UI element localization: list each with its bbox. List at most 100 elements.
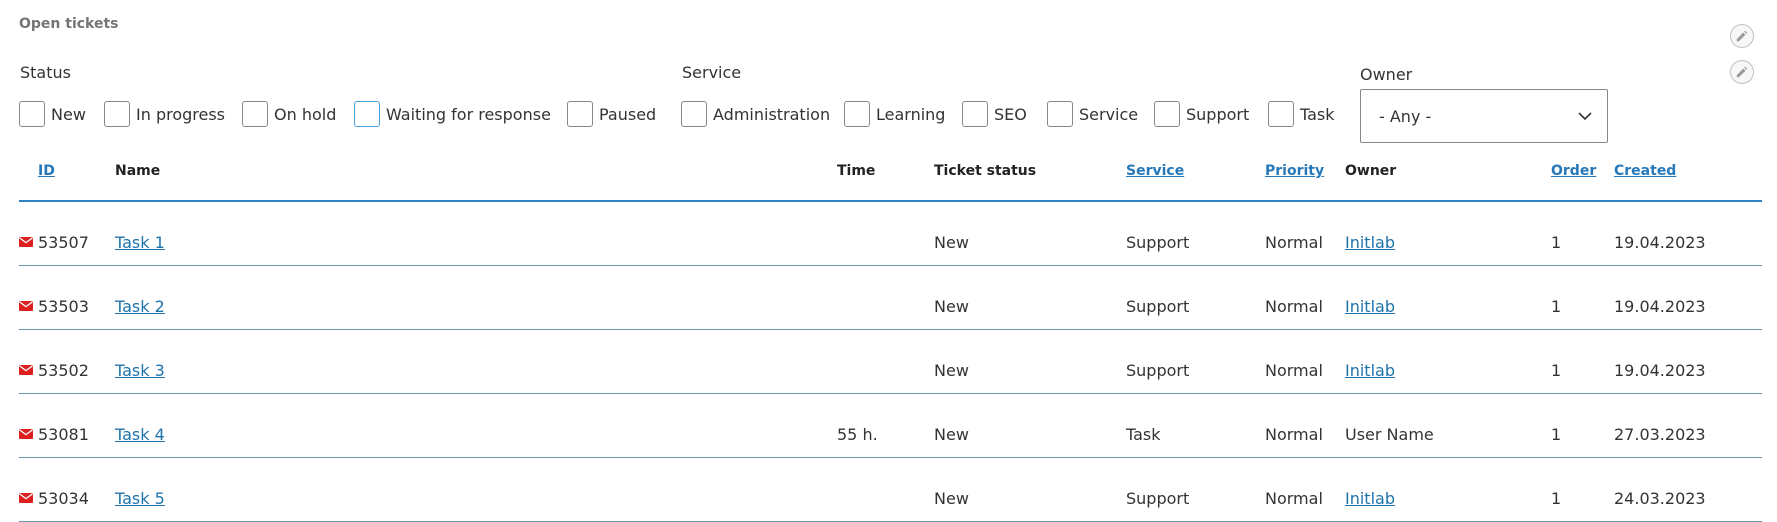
status-filter-label: Status [20, 63, 71, 82]
checkbox-label: Administration [713, 104, 831, 124]
checkbox-label: In progress [136, 104, 226, 124]
column-header-order[interactable]: Order [1551, 163, 1596, 179]
service-checkbox-seo[interactable]: SEO [962, 100, 1027, 128]
cell-created: 24.03.2023 [1614, 489, 1706, 508]
checkbox[interactable] [1047, 101, 1073, 127]
status-checkbox-waiting-for-response[interactable]: Waiting for response [354, 100, 551, 128]
envelope-icon [19, 365, 33, 375]
checkbox-label: SEO [994, 104, 1027, 124]
cell-order: 1 [1551, 233, 1562, 252]
cell-priority: Normal [1265, 489, 1323, 508]
checkbox-label: Learning [876, 104, 946, 124]
status-checkbox-on-hold[interactable]: On hold [242, 100, 336, 128]
owner-filter-label: Owner [1360, 65, 1413, 84]
table-row: 53081 Task 4 55 h. New Task Normal User Name 1 2… [19, 394, 1762, 458]
checkbox[interactable] [1268, 101, 1294, 127]
cell-id: 53034 [38, 489, 89, 508]
column-header-ticket-status: Ticket status [934, 163, 1037, 179]
cell-name: Task 4 [115, 425, 165, 444]
cell-order: 1 [1551, 361, 1562, 380]
checkbox-label: Task [1300, 104, 1335, 124]
checkbox-label: Waiting for response [386, 104, 551, 124]
table-header: ID Name Time Ticket status Service Prior… [19, 152, 1762, 202]
cell-ticket-status: New [934, 425, 969, 444]
cell-service: Support [1126, 297, 1190, 316]
service-checkbox-learning[interactable]: Learning [844, 100, 945, 128]
cell-time: 55 h. [837, 425, 878, 444]
checkbox[interactable] [567, 101, 593, 127]
column-header-owner: Owner [1345, 163, 1397, 179]
checkbox-label: Support [1186, 104, 1250, 124]
checkbox[interactable] [242, 101, 268, 127]
cell-service: Support [1126, 489, 1190, 508]
cell-ticket-status: New [934, 297, 969, 316]
checkbox[interactable] [19, 101, 45, 127]
envelope-icon [19, 429, 33, 439]
cell-owner: User Name [1345, 425, 1434, 444]
status-checkbox-paused[interactable]: Paused [567, 100, 656, 128]
cell-created: 27.03.2023 [1614, 425, 1706, 444]
service-checkbox-service[interactable]: Service [1047, 100, 1138, 128]
checkbox[interactable] [104, 101, 130, 127]
cell-name: Task 5 [115, 489, 165, 508]
envelope-icon [19, 493, 33, 503]
tickets-table: ID Name Time Ticket status Service Prior… [19, 152, 1762, 522]
owner-link[interactable]: Initlab [1345, 489, 1395, 508]
cell-order: 1 [1551, 489, 1562, 508]
owner-select[interactable]: - Any - [1360, 89, 1608, 143]
ticket-name-link[interactable]: Task 1 [115, 233, 165, 252]
service-filter-label: Service [682, 63, 742, 82]
owner-link[interactable]: Initlab [1345, 233, 1395, 252]
service-checkbox-support[interactable]: Support [1154, 100, 1249, 128]
cell-order: 1 [1551, 297, 1562, 316]
cell-id: 53081 [38, 425, 89, 444]
checkbox-label: Paused [599, 104, 657, 124]
pencil-icon [1736, 66, 1748, 78]
owner-link[interactable]: Initlab [1345, 297, 1395, 316]
chevron-down-icon [1578, 112, 1592, 121]
envelope-icon [19, 237, 33, 247]
column-header-id[interactable]: ID [38, 163, 55, 179]
ticket-name-link[interactable]: Task 4 [115, 425, 165, 444]
cell-name: Task 1 [115, 233, 165, 252]
owner-select-value: - Any - [1379, 106, 1432, 126]
ticket-name-link[interactable]: Task 2 [115, 297, 165, 316]
checkbox[interactable] [962, 101, 988, 127]
envelope-icon [19, 301, 33, 311]
checkbox-label: On hold [274, 104, 337, 124]
service-checkbox-task[interactable]: Task [1268, 100, 1335, 128]
cell-created: 19.04.2023 [1614, 361, 1706, 380]
cell-priority: Normal [1265, 233, 1323, 252]
cell-owner: Initlab [1345, 361, 1395, 380]
cell-created: 19.04.2023 [1614, 233, 1706, 252]
status-checkbox-new[interactable]: New [19, 100, 86, 128]
ticket-name-link[interactable]: Task 3 [115, 361, 165, 380]
pencil-icon [1736, 30, 1748, 42]
cell-owner: Initlab [1345, 233, 1395, 252]
checkbox[interactable] [1154, 101, 1180, 127]
checkbox[interactable] [681, 101, 707, 127]
cell-service: Support [1126, 361, 1190, 380]
owner-link[interactable]: Initlab [1345, 361, 1395, 380]
edit-block-button[interactable] [1730, 24, 1754, 48]
checkbox[interactable] [844, 101, 870, 127]
cell-owner: Initlab [1345, 297, 1395, 316]
service-checkbox-administration[interactable]: Administration [681, 100, 830, 128]
cell-created: 19.04.2023 [1614, 297, 1706, 316]
column-header-created[interactable]: Created [1614, 163, 1676, 179]
block-title: Open tickets [19, 16, 119, 32]
edit-view-button[interactable] [1730, 60, 1754, 84]
column-header-service[interactable]: Service [1126, 163, 1184, 179]
cell-priority: Normal [1265, 425, 1323, 444]
cell-name: Task 3 [115, 361, 165, 380]
cell-owner: Initlab [1345, 489, 1395, 508]
ticket-name-link[interactable]: Task 5 [115, 489, 165, 508]
cell-id: 53503 [38, 297, 89, 316]
column-header-priority[interactable]: Priority [1265, 163, 1324, 179]
checkbox[interactable] [354, 101, 380, 127]
status-checkbox-in-progress[interactable]: In progress [104, 100, 225, 128]
cell-order: 1 [1551, 425, 1562, 444]
cell-ticket-status: New [934, 233, 969, 252]
cell-ticket-status: New [934, 489, 969, 508]
checkbox-label: New [51, 104, 86, 124]
